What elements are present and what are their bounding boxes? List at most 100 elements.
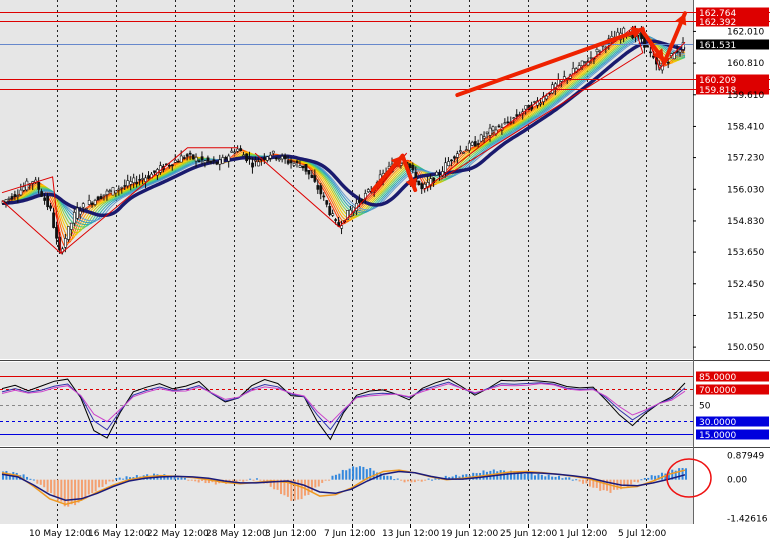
candle-body [99,196,103,200]
candle-body [55,227,58,239]
histogram-bar [32,479,35,481]
histogram-bar [84,479,87,500]
current-price-label: 161.531 [699,41,736,51]
time-tick-label: 5 Jul 12:00 [618,529,667,539]
candle-body [461,152,465,154]
candle-body [72,212,76,224]
candle-body [310,174,314,178]
histogram-bar [338,473,341,480]
candle-body [81,203,85,208]
price-tick-label: 152.450 [727,280,764,290]
histogram-bar [331,475,334,480]
candle-body [135,181,139,185]
candle-body [108,190,112,192]
candle-body [75,207,79,219]
candle-body [580,60,584,66]
histogram-bar [122,478,125,480]
histogram-bar [382,475,385,480]
candle-body [491,126,495,131]
price-tick-label: 158.410 [727,122,764,132]
candle-body [444,162,447,173]
candle-body [545,95,548,100]
histogram-bar [50,479,53,494]
histogram-bar [588,479,591,487]
histogram-bar [334,474,337,480]
histogram-bar [647,477,650,480]
price-tick-label: 151.250 [727,311,764,321]
candle-body [144,177,148,182]
macd-tick-label: 0.87949 [727,452,764,462]
candle-body [52,212,55,228]
histogram-bar [516,473,519,480]
histogram-bar [582,479,585,484]
time-tick-label: 16 May 12:00 [88,529,150,539]
histogram-bar [43,479,46,488]
histogram-bar [67,479,70,507]
histogram-bar [578,479,581,482]
candle-body [678,49,682,53]
candle-body [138,179,142,181]
candle-body [203,160,207,163]
candle-body [242,154,246,157]
histogram-bar [345,470,348,480]
candle-body [236,148,240,152]
price-tick-label: 154.830 [727,217,764,227]
histogram-bar [547,474,550,480]
histogram-bar [314,479,317,488]
candle-body [7,198,11,200]
candle-body [277,158,281,161]
histogram-bar [310,479,313,492]
candle-body [485,131,489,134]
candle-body [280,156,284,160]
candle-body [227,155,231,162]
candle-body [289,160,293,164]
histogram-bar [111,479,114,482]
histogram-bar [575,479,578,481]
price-tick-label: 160.810 [727,59,764,69]
candle-body [67,226,70,240]
candle-body [254,159,257,162]
price-tick-label: 162.010 [727,27,764,37]
histogram-bar [115,478,118,480]
histogram-bar [46,479,49,492]
histogram-bar [400,479,403,481]
candle-body [13,194,17,197]
time-tick-label: 28 May 12:00 [206,529,268,539]
histogram-bar [561,478,564,480]
candle-body [167,164,171,167]
histogram-bar [640,479,643,481]
histogram-bar [39,479,42,485]
candle-body [319,185,323,195]
candle-body [595,48,599,52]
candle-body [206,157,210,162]
candle-body [248,157,251,160]
candle-body [524,105,528,110]
candle-body [126,180,130,187]
histogram-bar [612,479,615,490]
candle-body [245,153,249,162]
candle-body [464,149,468,152]
histogram-bar [533,475,536,480]
oscillator-panel[interactable] [0,362,693,446]
histogram-bar [194,479,197,482]
candle-body [304,164,308,172]
histogram-bar [358,466,361,480]
histogram-bar [410,479,413,483]
candle-body [301,165,305,169]
candle-body [307,170,311,175]
histogram-bar [328,479,331,481]
candle-body [40,191,44,197]
candle-body [313,175,317,182]
histogram-bar [352,466,355,480]
time-tick-label: 7 Jun 12:00 [324,529,376,539]
histogram-bar [564,477,567,480]
histogram-bar [125,476,128,480]
histogram-bar [417,479,420,481]
histogram-bar [551,476,554,480]
price-panel[interactable] [0,0,693,359]
histogram-bar [571,479,574,481]
candle-body [450,159,453,162]
candle-body [298,165,302,168]
candle-body [93,200,97,205]
osc-level-label: 85.0000 [699,373,736,383]
